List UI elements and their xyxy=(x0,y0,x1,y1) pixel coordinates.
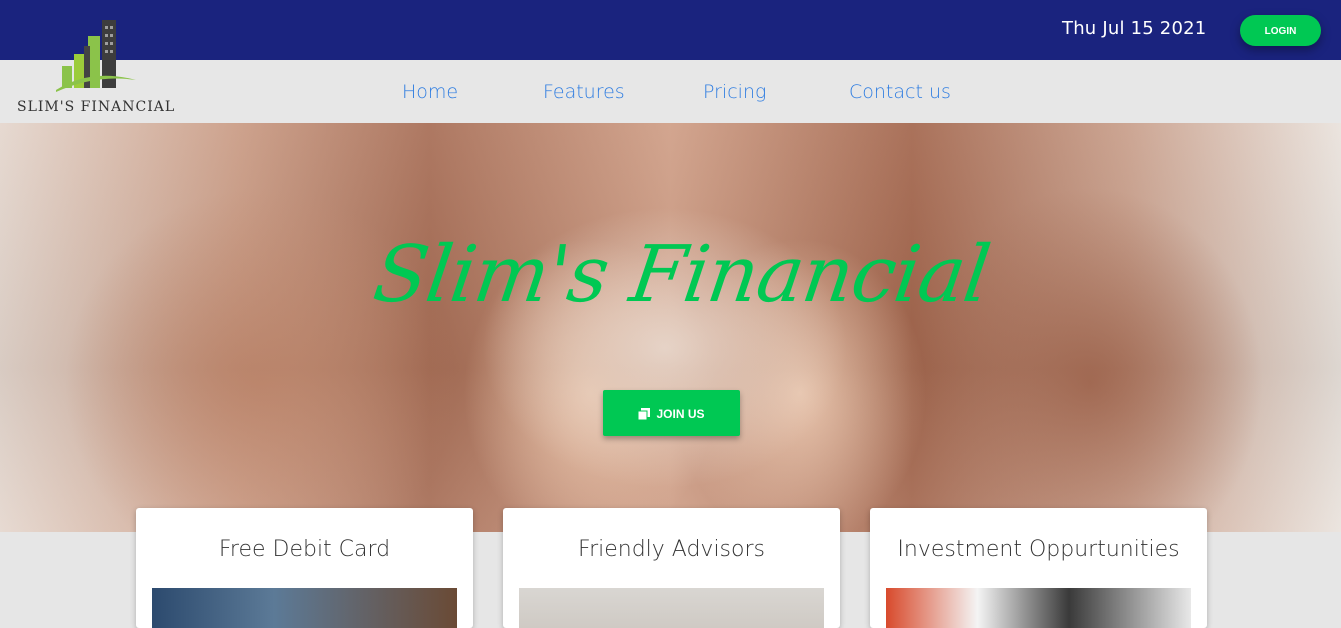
feature-card[interactable]: Investment Oppurtunities xyxy=(870,508,1207,628)
join-us-button[interactable]: JOIN US xyxy=(603,390,740,436)
card-title: Investment Oppurtunities xyxy=(897,537,1180,562)
nav-pricing[interactable]: Pricing xyxy=(703,81,766,103)
card-image xyxy=(152,588,457,628)
nav-contact[interactable]: Contact us xyxy=(849,81,951,103)
card-title: Friendly Advisors xyxy=(578,537,765,562)
feature-card[interactable]: Free Debit Card xyxy=(136,508,473,628)
nav-bar xyxy=(0,60,1341,124)
hero-title: Slim's Financial xyxy=(368,230,995,320)
top-bar: Thu Jul 15 2021 LOGIN xyxy=(0,0,1341,60)
card-image xyxy=(886,588,1191,628)
copy-icon xyxy=(637,393,651,421)
nav-home[interactable]: Home xyxy=(402,81,458,103)
brand-logo[interactable]: SLIM'S FINANCIAL xyxy=(14,16,179,120)
brand-name: SLIM'S FINANCIAL xyxy=(17,99,176,115)
card-image xyxy=(519,588,824,628)
hero-image xyxy=(0,123,1341,532)
nav-features[interactable]: Features xyxy=(543,81,625,103)
feature-card[interactable]: Friendly Advisors xyxy=(503,508,840,628)
building-chart-logo-icon xyxy=(56,20,136,92)
hero-banner: Slim's Financial xyxy=(0,123,1341,532)
card-title: Free Debit Card xyxy=(218,537,391,562)
join-us-label: JOIN US xyxy=(656,407,705,421)
current-date: Thu Jul 15 2021 xyxy=(1062,18,1207,39)
login-button[interactable]: LOGIN xyxy=(1240,15,1321,46)
